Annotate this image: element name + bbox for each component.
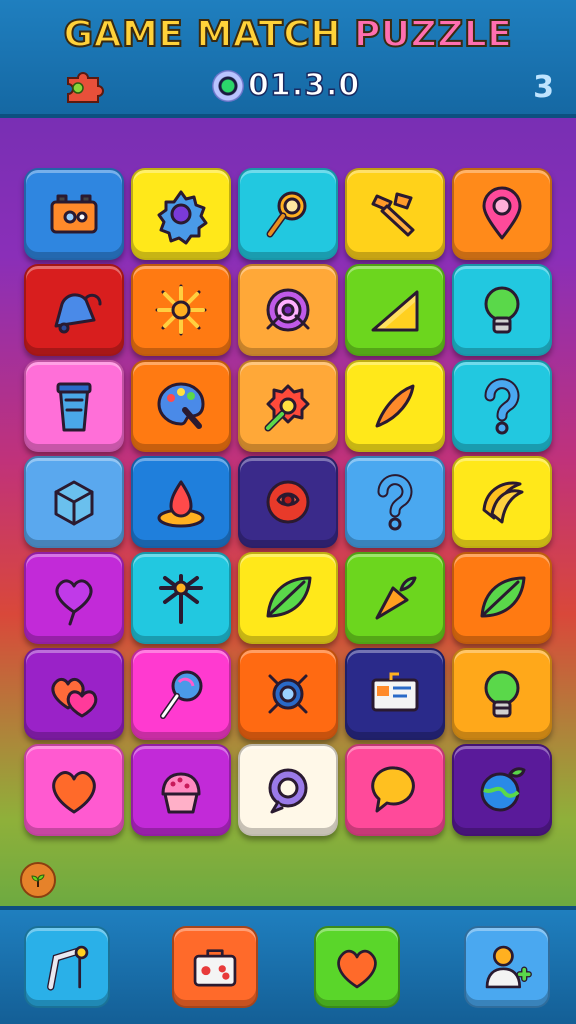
cup-icon (56, 382, 92, 432)
id-card-icon (371, 672, 419, 712)
lightbulb-icon (484, 286, 520, 334)
tile-r4-c4[interactable] (345, 456, 445, 548)
tile-r3-c5[interactable] (452, 360, 552, 452)
bug-gear-icon (268, 674, 308, 714)
globe-leaf-icon (480, 767, 526, 812)
tile-r1-c5[interactable] (452, 168, 552, 260)
game-title: GAME MATCH PUZZLE (0, 13, 576, 56)
tile-r5-c3[interactable] (238, 552, 338, 644)
wrench-gear-icon (264, 384, 310, 432)
tile-r6-c2[interactable] (131, 648, 231, 740)
rose-icon (266, 480, 310, 524)
tile-grid (24, 168, 556, 840)
suitcase-icon (193, 949, 237, 987)
puzzle-piece-icon[interactable] (62, 68, 106, 104)
heart-icon (337, 949, 377, 989)
tile-r2-c4[interactable] (345, 264, 445, 356)
title-part-1: GAME MATCH (63, 13, 355, 56)
speech-bubble-icon (371, 766, 415, 813)
tile-r6-c5[interactable] (452, 648, 552, 740)
tile-r1-c3[interactable] (238, 168, 338, 260)
carrot-icon (375, 576, 417, 620)
sun-icon (155, 284, 207, 336)
tile-r7-c3[interactable] (238, 744, 338, 836)
tile-r3-c2[interactable] (131, 360, 231, 452)
tile-r4-c1[interactable] (24, 456, 124, 548)
question-mark-icon (484, 378, 520, 435)
tile-r3-c1[interactable] (24, 360, 124, 452)
sprout-icon[interactable] (20, 862, 56, 898)
title-part-2: PUZZLE (353, 13, 513, 56)
tile-r1-c4[interactable] (345, 168, 445, 260)
tile-r7-c2[interactable] (131, 744, 231, 836)
tile-r7-c5[interactable] (452, 744, 552, 836)
tile-r2-c3[interactable] (238, 264, 338, 356)
bottom-toolbar (0, 906, 576, 1024)
tile-r6-c4[interactable] (345, 648, 445, 740)
drop-stand-icon (157, 480, 205, 528)
tile-r4-c5[interactable] (452, 456, 552, 548)
suitcase-button[interactable] (172, 926, 258, 1008)
gear-icon (157, 190, 208, 245)
palette-icon (157, 382, 205, 429)
tile-r2-c2[interactable] (131, 264, 231, 356)
map-pin-icon (482, 186, 522, 240)
battery-icon (50, 194, 98, 234)
banana-icon (482, 481, 524, 524)
coin-icon (212, 70, 244, 102)
heart-icon (52, 771, 96, 814)
triangle-ruler-icon (371, 290, 419, 332)
crane-icon (47, 945, 89, 991)
two-hearts-icon (51, 677, 98, 718)
crane-button[interactable] (24, 926, 110, 1008)
tile-r7-c1[interactable] (24, 744, 124, 836)
tile-r1-c1[interactable] (24, 168, 124, 260)
tile-r7-c4[interactable] (345, 744, 445, 836)
tile-r5-c2[interactable] (131, 552, 231, 644)
lollipop-icon (160, 670, 203, 719)
lightbulb-icon (484, 670, 520, 718)
tile-r5-c5[interactable] (452, 552, 552, 644)
tile-r2-c1[interactable] (24, 264, 124, 356)
user-add-button[interactable] (464, 926, 550, 1008)
tile-r1-c2[interactable] (131, 168, 231, 260)
tile-r2-c5[interactable] (452, 264, 552, 356)
heart-balloon-icon (55, 579, 93, 626)
tile-r4-c2[interactable] (131, 456, 231, 548)
question-mark-icon (377, 474, 413, 531)
hammer-icon (371, 192, 415, 237)
user-add-icon (485, 945, 532, 989)
bell-icon (54, 293, 102, 334)
tile-r6-c1[interactable] (24, 648, 124, 740)
tile-r4-c3[interactable] (238, 456, 338, 548)
version-counter: 01.3.0 (247, 67, 361, 104)
tile-r3-c4[interactable] (345, 360, 445, 452)
leaf-icon (480, 576, 526, 618)
heart-button[interactable] (314, 926, 400, 1008)
top-bar: GAME MATCH PUZZLE 01.3.0 3 (0, 0, 576, 118)
tile-r5-c4[interactable] (345, 552, 445, 644)
leaf-icon (266, 576, 312, 618)
level-number: 3 (533, 70, 554, 105)
pinwheel-icon (159, 574, 203, 624)
tile-r3-c3[interactable] (238, 360, 338, 452)
cupcake-icon (161, 772, 201, 814)
box-icon (54, 480, 94, 526)
ring-icon (268, 768, 308, 814)
target-gear-icon (266, 288, 310, 332)
magnifier-gear-icon (266, 191, 307, 238)
tile-r6-c3[interactable] (238, 648, 338, 740)
tile-r5-c1[interactable] (24, 552, 124, 644)
feather-icon (375, 384, 415, 428)
